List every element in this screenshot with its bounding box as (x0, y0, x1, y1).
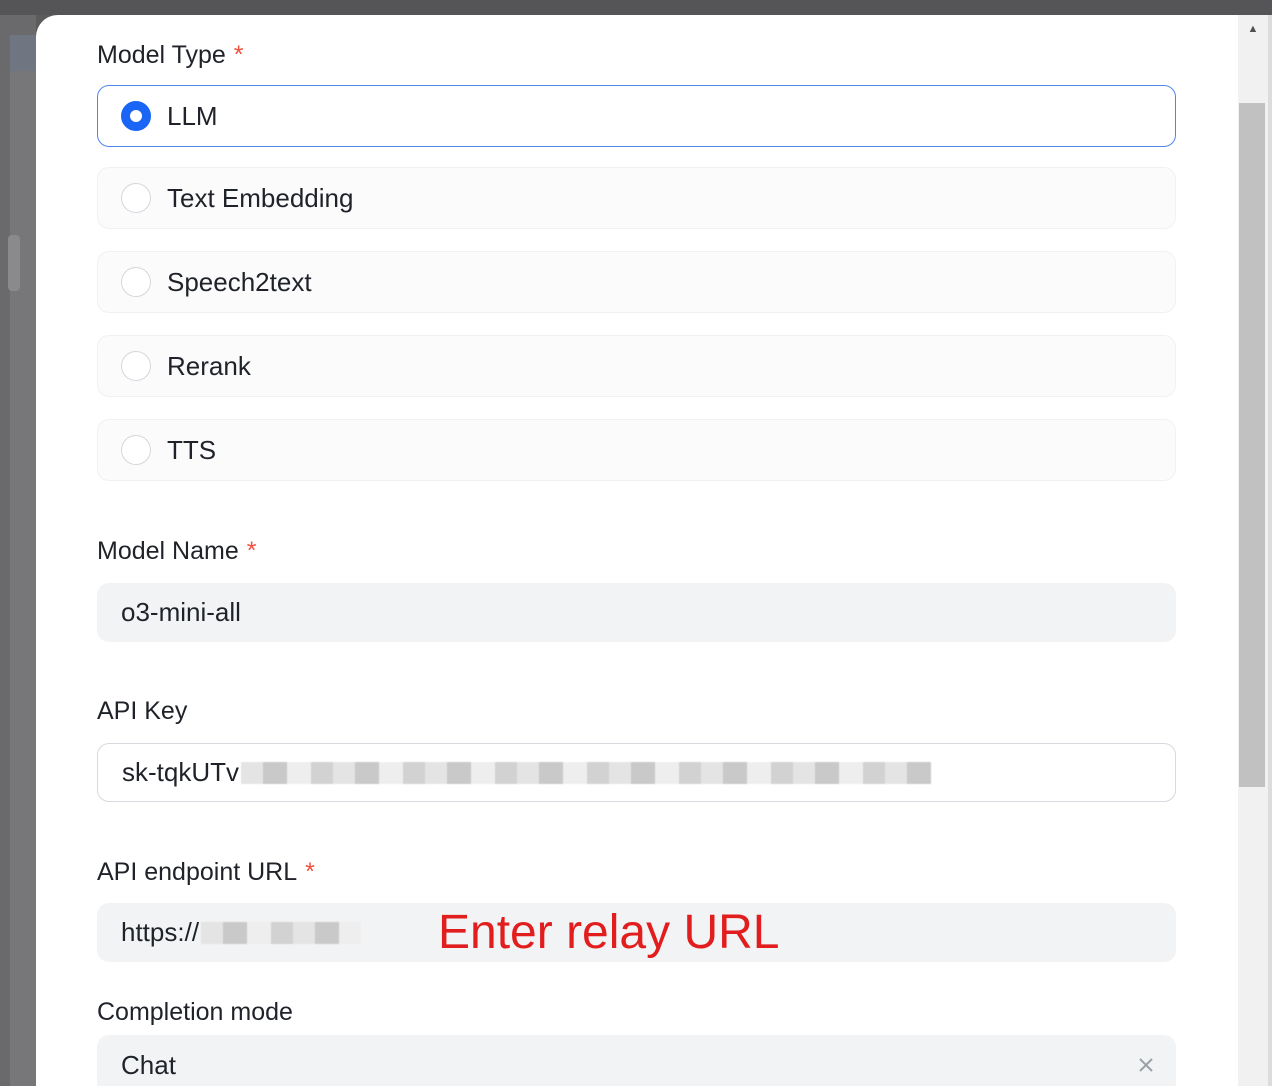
backdrop-block (10, 71, 36, 1086)
completion-mode-label-text: Completion mode (97, 998, 293, 1026)
radio-checked-icon[interactable] (121, 101, 151, 131)
api-endpoint-value: https:// (121, 917, 200, 947)
completion-mode-label: Completion mode (97, 998, 293, 1027)
radio-unchecked-icon[interactable] (121, 183, 151, 213)
redacted-blur (201, 921, 362, 944)
close-icon[interactable] (1132, 1052, 1160, 1078)
required-mark: * (246, 537, 257, 565)
radio-option-tts[interactable]: TTS (97, 419, 1176, 481)
model-name-label: Model Name * (97, 537, 256, 566)
model-name-value: o3-mini-all (121, 597, 241, 627)
api-key-label-text: API Key (97, 697, 188, 725)
radio-unchecked-icon[interactable] (121, 435, 151, 465)
radio-label: TTS (167, 434, 217, 465)
backdrop-tab (8, 235, 20, 291)
required-mark: * (233, 41, 244, 69)
radio-unchecked-icon[interactable] (121, 351, 151, 381)
model-name-label-text: Model Name (97, 537, 239, 565)
completion-mode-value: Chat (121, 1049, 176, 1080)
radio-option-speech2text[interactable]: Speech2text (97, 251, 1176, 313)
radio-label: Speech2text (167, 266, 312, 297)
radio-option-llm[interactable]: LLM (97, 85, 1176, 147)
radio-label: Text Embedding (167, 182, 354, 213)
radio-option-rerank[interactable]: Rerank (97, 335, 1176, 397)
api-endpoint-label: API endpoint URL * (97, 858, 315, 887)
scroll-up-icon[interactable]: ▲ (1238, 15, 1268, 43)
api-endpoint-label-text: API endpoint URL (97, 858, 298, 886)
redacted-blur (241, 761, 931, 784)
model-type-label: Model Type * (97, 41, 244, 70)
api-key-label: API Key (97, 697, 187, 726)
scrollbar[interactable]: ▲ (1238, 15, 1272, 1086)
scroll-thumb[interactable] (1239, 103, 1265, 787)
completion-mode-select[interactable]: Chat (97, 1035, 1176, 1086)
backdrop-top (0, 0, 1272, 15)
api-key-input[interactable]: sk-tqkUTv (97, 743, 1176, 802)
radio-option-text-embedding[interactable]: Text Embedding (97, 167, 1176, 229)
api-key-value: sk-tqkUTv (122, 757, 239, 787)
backdrop-left (0, 15, 36, 1086)
backdrop-block (10, 35, 36, 75)
model-type-label-text: Model Type (97, 41, 226, 69)
radio-label: Rerank (167, 350, 251, 381)
radio-label: LLM (167, 100, 218, 131)
scrollbar-track-edge (1268, 15, 1272, 1086)
model-name-input[interactable]: o3-mini-all (97, 583, 1176, 642)
radio-unchecked-icon[interactable] (121, 267, 151, 297)
required-mark: * (305, 858, 315, 886)
annotation-text: Enter relay URL (438, 906, 780, 959)
